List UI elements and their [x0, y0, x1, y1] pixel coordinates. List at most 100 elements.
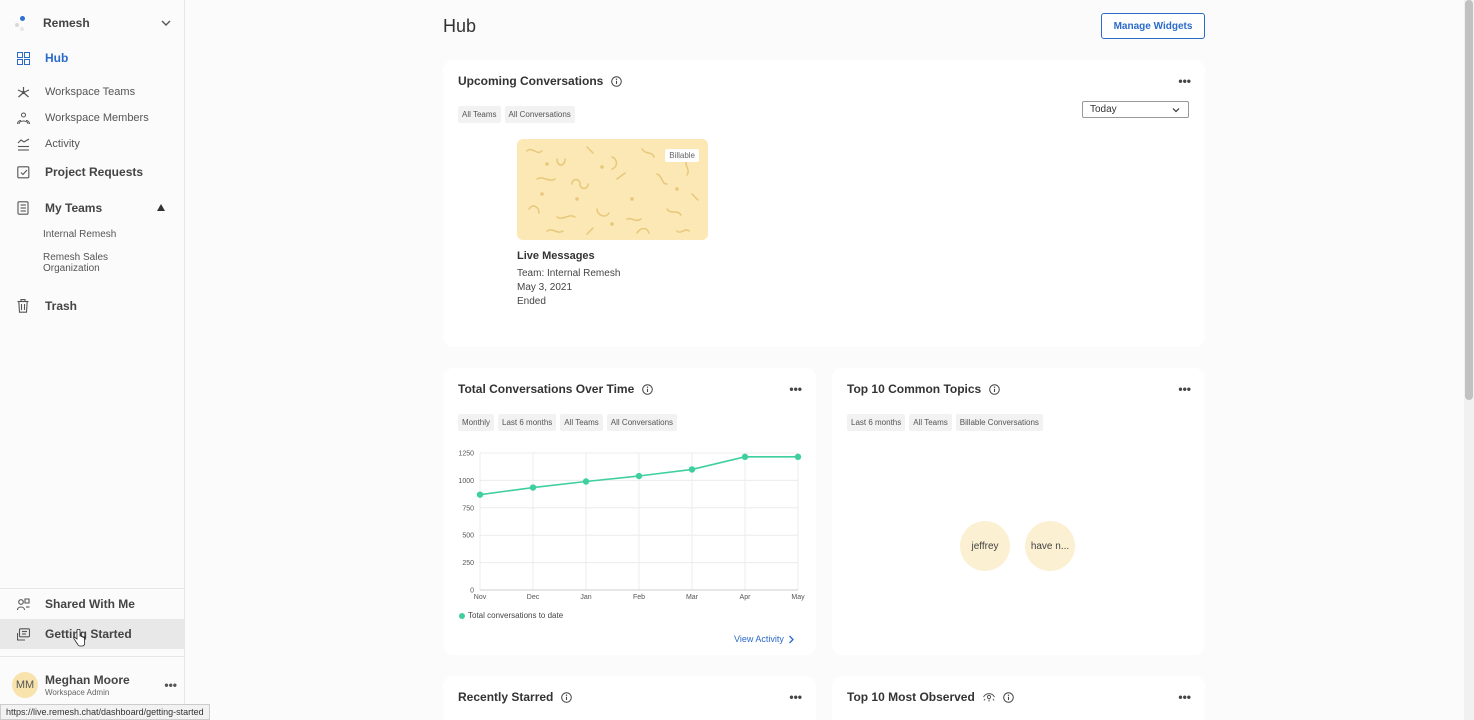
- sidebar-divider: [0, 588, 184, 589]
- y-tick-label: 500: [462, 533, 474, 540]
- total-conversations-widget: Total Conversations Over Time ••• Monthl…: [443, 368, 816, 655]
- x-tick-label: May: [791, 594, 805, 601]
- data-point: [582, 478, 590, 485]
- nav-trash-label: Trash: [45, 299, 78, 313]
- widget-menu-icon[interactable]: •••: [1178, 382, 1191, 396]
- user-name: Meghan Moore: [45, 673, 130, 687]
- remesh-logo-icon: [12, 14, 26, 32]
- avatar: MM: [12, 672, 38, 698]
- info-icon[interactable]: [611, 75, 623, 87]
- share-icon: [16, 597, 30, 611]
- y-tick-label: 750: [462, 505, 474, 512]
- upcoming-conversations-widget: Upcoming Conversations ••• All Teams All…: [443, 60, 1205, 347]
- view-activity-label: View Activity: [734, 634, 784, 644]
- nav-activity-label: Activity: [45, 138, 80, 150]
- filter-chip[interactable]: All Teams: [909, 414, 952, 431]
- widget-title: Top 10 Most Observed: [847, 690, 975, 704]
- info-icon[interactable]: [1003, 691, 1014, 703]
- chevron-down-icon: [1172, 107, 1180, 112]
- nav-project-requests[interactable]: Project Requests: [0, 160, 184, 184]
- line-chart: 025050075010001250Nov Dec Jan Feb Mar Apr May: [458, 451, 805, 602]
- nav-getting-started[interactable]: Getting Started: [0, 619, 184, 649]
- widget-title: Upcoming Conversations: [458, 74, 604, 88]
- user-menu-icon[interactable]: •••: [164, 678, 177, 692]
- billable-badge: Billable: [665, 149, 699, 162]
- widget-title: Recently Starred: [458, 690, 554, 704]
- nav-project-requests-label: Project Requests: [45, 165, 144, 179]
- legend-label: Total conversations to date: [468, 611, 564, 620]
- chevron-down-icon[interactable]: [160, 17, 172, 29]
- widget-menu-icon[interactable]: •••: [1178, 74, 1191, 88]
- widget-title: Top 10 Common Topics: [847, 382, 982, 396]
- sidebar-divider-bottom: [0, 656, 184, 657]
- widget-menu-icon[interactable]: •••: [789, 690, 802, 704]
- user-role: Workspace Admin: [45, 688, 110, 697]
- data-point: [741, 453, 749, 461]
- data-point: [794, 453, 802, 461]
- x-tick-label: Apr: [740, 594, 752, 601]
- x-tick-label: Jan: [580, 594, 591, 601]
- team-item-internal-remesh[interactable]: Internal Remesh: [43, 229, 153, 240]
- page-title: Hub: [443, 16, 477, 36]
- request-icon: [16, 165, 30, 179]
- date-range-value: Today: [1090, 104, 1117, 115]
- filter-chip[interactable]: Billable Conversations: [955, 414, 1043, 431]
- nav-shared-with-me[interactable]: Shared With Me: [0, 592, 184, 616]
- x-tick-label: Dec: [527, 594, 540, 601]
- nav-my-teams-label: My Teams: [45, 201, 103, 215]
- nav-workspace-teams-label: Workspace Teams: [45, 86, 136, 98]
- nav-activity[interactable]: Activity: [0, 132, 184, 156]
- nav-trash[interactable]: Trash: [0, 294, 184, 318]
- y-tick-label: 250: [462, 560, 474, 567]
- members-icon: [16, 111, 30, 125]
- y-tick-label: 1000: [458, 478, 474, 485]
- most-observed-widget: Top 10 Most Observed •••: [832, 676, 1205, 720]
- notebook-icon: [16, 201, 30, 215]
- topic-bubble[interactable]: jeffrey: [960, 521, 1010, 571]
- conversation-date: May 3, 2021: [517, 282, 573, 293]
- scrollbar-thumb[interactable]: [1465, 0, 1473, 400]
- chevron-right-icon: [788, 635, 794, 643]
- data-point: [476, 491, 484, 498]
- x-tick-label: Nov: [474, 594, 487, 601]
- nav-workspace-members[interactable]: Workspace Members: [0, 106, 184, 130]
- conversation-title[interactable]: Live Messages: [517, 250, 595, 262]
- chart-legend: Total conversations to date: [459, 611, 563, 620]
- data-point: [688, 466, 696, 473]
- eye-icon: [982, 693, 995, 702]
- team-item-remesh-sales[interactable]: Remesh Sales Organization: [43, 252, 153, 274]
- nav-workspace-members-label: Workspace Members: [45, 112, 149, 124]
- top-topics-widget: Top 10 Common Topics ••• Last 6 months A…: [832, 368, 1205, 655]
- info-icon[interactable]: [989, 383, 1001, 395]
- grid-icon: [16, 51, 30, 65]
- x-tick-label: Feb: [633, 594, 645, 601]
- teams-icon: [16, 85, 30, 99]
- conversation-team: Team: Internal Remesh: [517, 268, 621, 279]
- recently-starred-widget: Recently Starred •••: [443, 676, 816, 720]
- activity-icon: [16, 137, 30, 151]
- pointer-cursor-icon: [73, 629, 85, 647]
- manage-widgets-button[interactable]: Manage Widgets: [1101, 13, 1205, 39]
- view-activity-link[interactable]: View Activity: [734, 634, 795, 644]
- legend-dot: [459, 612, 465, 619]
- filter-chip[interactable]: All Conversations: [504, 106, 575, 123]
- getting-started-icon: [16, 627, 30, 641]
- conversation-thumbnail[interactable]: Billable: [517, 139, 708, 240]
- data-point: [529, 484, 537, 491]
- conversation-status: Ended: [517, 296, 546, 307]
- widget-menu-icon[interactable]: •••: [1178, 690, 1191, 704]
- nav-shared-with-me-label: Shared With Me: [45, 597, 135, 611]
- nav-hub[interactable]: Hub: [0, 46, 184, 70]
- nav-hub-label: Hub: [45, 51, 69, 65]
- user-profile[interactable]: MM Meghan Moore Workspace Admin •••: [12, 671, 177, 699]
- topic-bubble[interactable]: have n...: [1025, 521, 1075, 571]
- filter-chip[interactable]: Last 6 months: [847, 414, 906, 431]
- date-range-select[interactable]: Today: [1082, 101, 1189, 118]
- nav-getting-started-label: Getting Started: [45, 627, 132, 641]
- nav-workspace-teams[interactable]: Workspace Teams: [0, 80, 184, 104]
- info-icon[interactable]: [561, 691, 573, 703]
- org-switcher[interactable]: Remesh: [12, 12, 172, 34]
- trash-icon: [16, 299, 30, 313]
- filter-chip[interactable]: All Teams: [458, 106, 501, 123]
- collapse-teams-icon[interactable]: [157, 204, 165, 211]
